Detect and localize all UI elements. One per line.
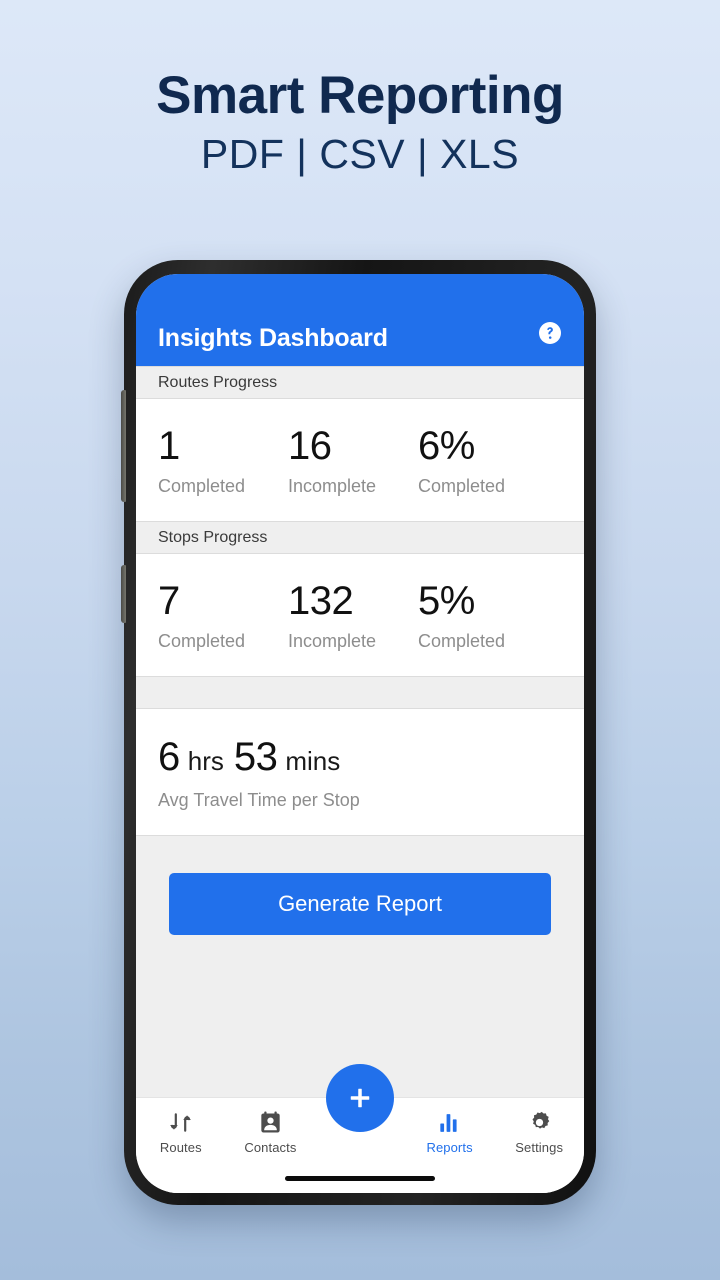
section-header-routes: Routes Progress bbox=[136, 366, 584, 399]
phone-volume-button[interactable] bbox=[121, 390, 126, 502]
travel-label: Avg Travel Time per Stop bbox=[158, 790, 360, 810]
nav-label: Routes bbox=[159, 1139, 202, 1155]
bottom-navigation: Routes Contacts Reports Settings bbox=[136, 1064, 584, 1193]
nav-item-settings[interactable]: Settings bbox=[494, 1110, 584, 1155]
stat-cell: 6% Completed bbox=[396, 425, 505, 497]
stat-value: 7 bbox=[158, 579, 180, 623]
promo-title: Smart Reporting bbox=[156, 66, 564, 125]
nav-item-contacts[interactable]: Contacts bbox=[226, 1110, 316, 1155]
stat-label: Completed bbox=[158, 476, 246, 496]
stat-cell: 1 Completed bbox=[136, 425, 266, 497]
section-header-label: Stops Progress bbox=[158, 528, 268, 546]
stat-value: 5% bbox=[418, 579, 475, 623]
stat-cell: 132 Incomplete bbox=[266, 580, 396, 652]
add-fab-button[interactable] bbox=[326, 1064, 394, 1132]
stat-cell: 16 Incomplete bbox=[266, 425, 396, 497]
nav-label: Reports bbox=[426, 1139, 473, 1155]
travel-hours-unit: hrs bbox=[187, 746, 224, 776]
avg-travel-time-stat: 6 hrs 53 mins Avg Travel Time per Stop bbox=[136, 709, 584, 835]
stat-cell: 7 Completed bbox=[136, 580, 266, 652]
nav-item-routes[interactable]: Routes bbox=[136, 1110, 226, 1155]
promo-heading: Smart Reporting PDF | CSV | XLS bbox=[0, 66, 720, 178]
nav-label: Contacts bbox=[244, 1139, 297, 1155]
content-area: Generate Report bbox=[136, 835, 584, 1097]
home-indicator bbox=[285, 1176, 435, 1181]
stat-label: Incomplete bbox=[288, 631, 377, 651]
stat-value: 16 bbox=[288, 424, 332, 468]
bar-chart-icon bbox=[440, 1113, 457, 1132]
help-circle-icon[interactable] bbox=[538, 321, 562, 345]
contact-card-icon bbox=[261, 1110, 280, 1132]
promo-subtitle: PDF | CSV | XLS bbox=[200, 131, 520, 178]
app-bar: Insights Dashboard bbox=[136, 274, 584, 366]
travel-mins-value: 53 bbox=[233, 735, 278, 779]
swap-arrows-icon bbox=[170, 1112, 192, 1132]
generate-report-button[interactable]: Generate Report bbox=[169, 873, 551, 935]
stat-label: Completed bbox=[158, 631, 246, 651]
stat-cell: 5% Completed bbox=[396, 580, 505, 652]
stat-value: 6% bbox=[418, 424, 475, 468]
phone-screen: Insights Dashboard Routes Progress 1 Com… bbox=[136, 274, 584, 1193]
nav-label: Settings bbox=[515, 1139, 564, 1155]
section-header-travel bbox=[136, 676, 584, 709]
section-header-label: Routes Progress bbox=[158, 373, 278, 391]
phone-power-button[interactable] bbox=[121, 565, 126, 623]
nav-item-reports[interactable]: Reports bbox=[405, 1110, 495, 1155]
stat-value: 1 bbox=[158, 424, 180, 468]
stat-value: 132 bbox=[288, 579, 354, 623]
stat-label: Incomplete bbox=[288, 476, 377, 496]
stops-progress-stats: 7 Completed 132 Incomplete 5% Completed bbox=[136, 554, 584, 676]
travel-hours-value: 6 bbox=[158, 735, 180, 779]
travel-mins-unit: mins bbox=[285, 746, 341, 776]
stat-label: Completed bbox=[418, 631, 506, 651]
plus-icon bbox=[350, 1088, 370, 1108]
stat-label: Completed bbox=[418, 476, 506, 496]
section-header-stops: Stops Progress bbox=[136, 521, 584, 554]
page-title: Insights Dashboard bbox=[158, 324, 388, 352]
routes-progress-stats: 1 Completed 16 Incomplete 6% Completed bbox=[136, 399, 584, 521]
phone-mockup: Insights Dashboard Routes Progress 1 Com… bbox=[121, 260, 596, 1205]
gear-icon bbox=[532, 1111, 549, 1129]
